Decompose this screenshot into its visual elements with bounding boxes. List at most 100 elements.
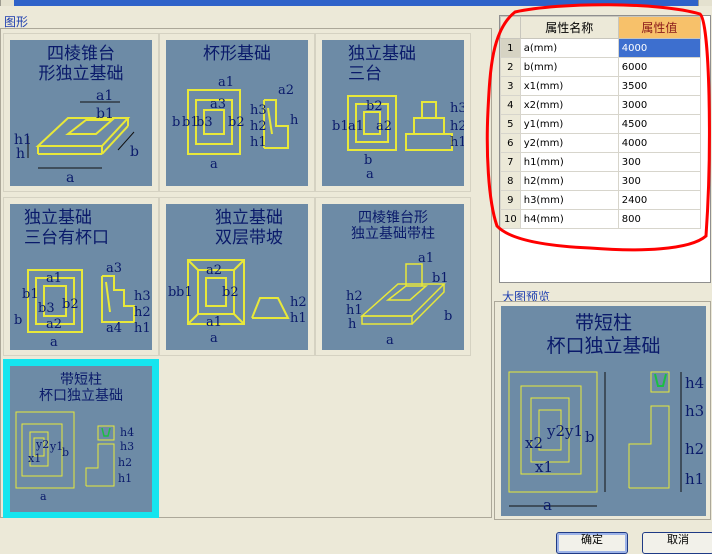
table-row[interactable]: 4 x2(mm) 3000 bbox=[500, 95, 702, 115]
property-value-cell[interactable]: 300 bbox=[617, 171, 702, 191]
dim-label: h1 bbox=[250, 135, 267, 150]
foundation-drawing: b2 a2 a1 b1 b a h3 h2 h1 bbox=[332, 95, 464, 182]
property-value-cell[interactable]: 800 bbox=[617, 209, 702, 229]
shape-tile-three-step-foundation[interactable]: 独立基础 三台 b2 a2 a1 b1 b a h3 h2 h1 bbox=[315, 33, 471, 192]
property-value-cell[interactable]: 3500 bbox=[617, 76, 702, 96]
table-row[interactable]: 3 x1(mm) 3500 bbox=[500, 76, 702, 96]
property-name: a(mm) bbox=[519, 38, 619, 58]
property-value-cell[interactable]: 4000 bbox=[617, 38, 702, 58]
dim-label: h1 bbox=[685, 470, 704, 488]
dim-label: b bbox=[585, 428, 595, 446]
row-index[interactable]: 5 bbox=[500, 114, 521, 134]
dim-label: h2 bbox=[290, 295, 307, 310]
shape-tile-three-step-cup[interactable]: 独立基础 三台有杯口 a1 a3 b1 b3 b2 a2 a4 h3 h2 h1… bbox=[3, 197, 159, 356]
dim-label: h1 bbox=[346, 303, 363, 318]
property-name: b(mm) bbox=[519, 57, 619, 77]
ok-button[interactable]: 确定 bbox=[556, 532, 628, 554]
dim-label: b bbox=[130, 144, 139, 160]
close-button[interactable] bbox=[698, 0, 712, 6]
row-index[interactable]: 1 bbox=[500, 38, 521, 58]
property-grid: 属性名称 属性值 1 a(mm) 4000 2 b(mm) 6000 3 x1(… bbox=[499, 15, 711, 283]
dim-label: b2 bbox=[366, 99, 383, 114]
row-index[interactable]: 2 bbox=[500, 57, 521, 77]
shape-tile-double-slope[interactable]: 独立基础 双层带坡 a2 b1 b2 a1 h2 h1 a b bbox=[159, 197, 315, 356]
property-name: y1(mm) bbox=[519, 114, 619, 134]
preview-drawing: y2 y1 b x2 x1 a h4 h3 h2 h1 bbox=[508, 371, 704, 514]
dim-label: a1 bbox=[206, 315, 222, 330]
dim-label: h3 bbox=[450, 101, 464, 116]
table-row[interactable]: 10 h4(mm) 800 bbox=[500, 209, 702, 229]
dim-label: y2 bbox=[546, 422, 565, 440]
row-index[interactable]: 7 bbox=[500, 152, 521, 172]
shape-tile-short-column-cup[interactable]: 带短柱 杯口独立基础 x1 y2 y1 b a h4 h3 h2 h1 bbox=[3, 359, 159, 518]
row-index[interactable]: 10 bbox=[500, 209, 521, 229]
dim-label: h3 bbox=[134, 289, 151, 304]
dim-label: b3 bbox=[38, 301, 55, 316]
dim-label: b2 bbox=[222, 285, 239, 300]
shape-tile-cup-foundation[interactable]: 杯形基础 a1 a2 a3 b b1 b3 b2 h3 h2 h1 h a bbox=[159, 33, 315, 192]
dim-label: a1 bbox=[96, 88, 113, 104]
dim-label: x1 bbox=[28, 452, 41, 465]
cancel-button[interactable]: 取消 bbox=[642, 532, 712, 554]
dim-label: a bbox=[210, 157, 218, 172]
preview-frame: 带短柱 杯口独立基础 y2 y1 b x2 x1 a h4 h3 h2 h1 bbox=[494, 301, 711, 520]
minimize-button[interactable] bbox=[0, 0, 14, 6]
property-name: h4(mm) bbox=[519, 209, 619, 229]
table-row[interactable]: 2 b(mm) 6000 bbox=[500, 57, 702, 77]
property-name: x1(mm) bbox=[519, 76, 619, 96]
dim-label: b bbox=[444, 309, 452, 324]
dim-label: x1 bbox=[535, 458, 553, 476]
dim-label: a bbox=[543, 496, 552, 514]
property-name: h1(mm) bbox=[519, 152, 619, 172]
dim-label: b2 bbox=[228, 115, 245, 130]
dim-label: h3 bbox=[250, 103, 267, 118]
shape-gallery: 四棱锥台 形独立基础 a1 b1 h1 h a b 杯形基础 a1 a2 a3 … bbox=[0, 28, 492, 518]
table-row[interactable]: 7 h1(mm) 300 bbox=[500, 152, 702, 172]
dim-label: h bbox=[290, 113, 299, 128]
dim-label: h2 bbox=[450, 119, 464, 134]
dim-label: h1 bbox=[450, 135, 464, 150]
row-index[interactable]: 9 bbox=[500, 190, 521, 210]
table-row[interactable]: 6 y2(mm) 4000 bbox=[500, 133, 702, 153]
dim-label: b bbox=[172, 115, 180, 130]
row-index[interactable]: 3 bbox=[500, 76, 521, 96]
property-value-cell[interactable]: 4500 bbox=[617, 114, 702, 134]
dim-label: a2 bbox=[376, 119, 392, 134]
property-value-cell[interactable]: 300 bbox=[617, 152, 702, 172]
column-header-value[interactable]: 属性值 bbox=[617, 16, 702, 39]
row-header-corner[interactable] bbox=[500, 16, 521, 39]
dim-label: a3 bbox=[106, 261, 122, 276]
table-row[interactable]: 1 a(mm) 4000 bbox=[500, 38, 702, 58]
property-value-cell[interactable]: 3000 bbox=[617, 95, 702, 115]
dim-label: y1 bbox=[564, 422, 583, 440]
property-value-cell[interactable]: 4000 bbox=[617, 133, 702, 153]
property-name: h3(mm) bbox=[519, 190, 619, 210]
preview-image: 带短柱 杯口独立基础 y2 y1 b x2 x1 a h4 h3 h2 h1 bbox=[501, 306, 706, 516]
dim-label: h4 bbox=[120, 426, 134, 439]
property-value-cell[interactable]: 6000 bbox=[617, 57, 702, 77]
foundation-drawing: a1 b1 h2 h1 h a b bbox=[346, 251, 452, 348]
dim-label: a bbox=[210, 331, 218, 346]
dim-label: h2 bbox=[685, 440, 704, 458]
shape-tile-frustum-with-column[interactable]: 四棱锥台形 独立基础带柱 a1 b1 h2 h1 h a b bbox=[315, 197, 471, 356]
row-index[interactable]: 8 bbox=[500, 171, 521, 191]
row-index[interactable]: 6 bbox=[500, 133, 521, 153]
table-row[interactable]: 8 h2(mm) 300 bbox=[500, 171, 702, 191]
dim-label: h1 bbox=[134, 321, 151, 336]
dim-label: b1 bbox=[96, 106, 114, 122]
dim-label: a2 bbox=[46, 317, 62, 332]
dim-label: a3 bbox=[210, 97, 226, 112]
property-value-cell[interactable]: 2400 bbox=[617, 190, 702, 210]
table-row[interactable]: 9 h3(mm) 2400 bbox=[500, 190, 702, 210]
dim-label: a2 bbox=[278, 83, 294, 98]
dim-label: a1 bbox=[348, 119, 364, 134]
dim-label: h1 bbox=[118, 472, 132, 485]
dim-label: h3 bbox=[120, 440, 134, 453]
shape-tile-four-prism-frustum[interactable]: 四棱锥台 形独立基础 a1 b1 h1 h a b bbox=[3, 33, 159, 192]
column-header-name[interactable]: 属性名称 bbox=[519, 16, 619, 39]
dim-label: h4 bbox=[685, 374, 704, 392]
row-index[interactable]: 4 bbox=[500, 95, 521, 115]
dim-label: h3 bbox=[685, 402, 704, 420]
foundation-drawing: a1 a3 b1 b3 b2 a2 a4 h3 h2 h1 a b bbox=[14, 261, 151, 350]
table-row[interactable]: 5 y1(mm) 4500 bbox=[500, 114, 702, 134]
